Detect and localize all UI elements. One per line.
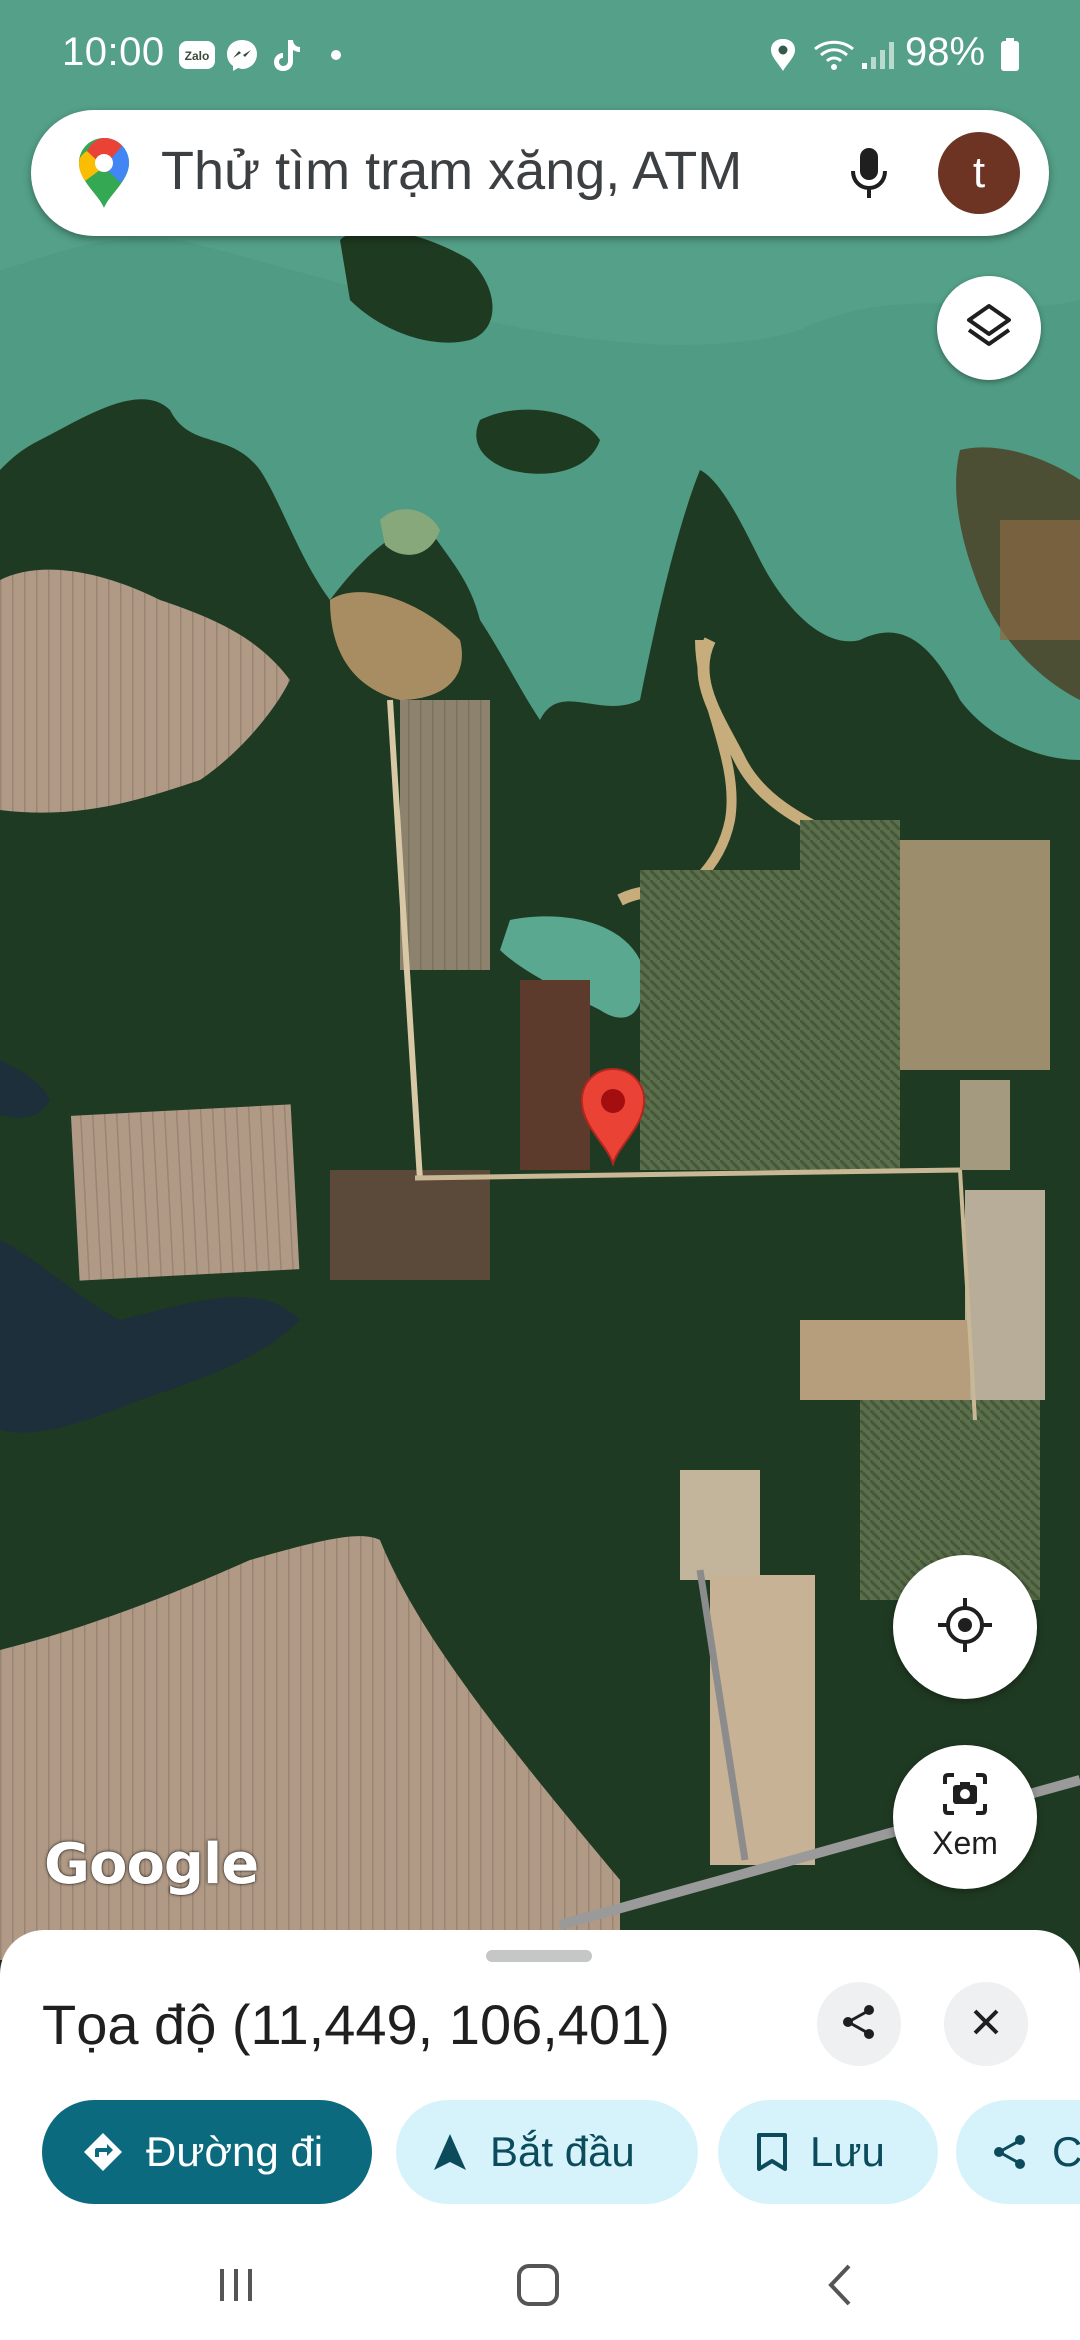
layers-button[interactable] xyxy=(937,276,1041,380)
share-chip-button[interactable]: C xyxy=(956,2100,1080,2204)
share-button[interactable] xyxy=(817,1982,901,2066)
share-chip-label: C xyxy=(1052,2128,1080,2175)
navigation-arrow-icon xyxy=(432,2132,468,2172)
wifi-icon xyxy=(812,38,856,72)
tiktok-icon xyxy=(270,38,304,72)
back-icon xyxy=(825,2263,855,2312)
search-input[interactable]: Thử tìm trạm xăng, ATM xyxy=(161,140,742,202)
avatar-initial: t xyxy=(972,148,986,197)
share-icon xyxy=(839,2002,879,2047)
save-label: Lưu xyxy=(810,2128,885,2175)
battery-icon xyxy=(1000,38,1020,72)
zalo-icon: Zalo xyxy=(178,38,216,72)
directions-button[interactable]: Đường đi xyxy=(42,2100,372,2204)
location-pin-icon[interactable] xyxy=(578,1066,648,1168)
start-button[interactable]: Bắt đầu xyxy=(396,2100,698,2204)
signal-icon xyxy=(860,38,896,72)
status-time: 10:00 xyxy=(62,30,165,74)
mic-icon[interactable] xyxy=(831,135,907,211)
close-button[interactable] xyxy=(944,1982,1028,2066)
recent-apps-button[interactable] xyxy=(196,2252,276,2322)
share-icon xyxy=(990,2132,1030,2172)
google-attribution: Google xyxy=(44,1832,259,1897)
crosshair-icon xyxy=(935,1595,995,1660)
layers-icon xyxy=(965,302,1013,355)
directions-icon xyxy=(82,2131,124,2173)
close-icon xyxy=(971,2007,1001,2042)
save-button[interactable]: Lưu xyxy=(718,2100,938,2204)
coordinates-title: Tọa độ (11,449, 106,401) xyxy=(42,1993,670,2056)
start-label: Bắt đầu xyxy=(490,2128,635,2175)
status-bar: 10:00 Zalo 98% xyxy=(0,0,1080,110)
back-button[interactable] xyxy=(800,2252,880,2322)
directions-label: Đường đi xyxy=(146,2128,324,2175)
drag-handle[interactable] xyxy=(486,1950,592,1962)
home-icon xyxy=(516,2263,560,2312)
battery-percent: 98% xyxy=(905,30,986,74)
avatar[interactable]: t xyxy=(938,132,1020,214)
dot-icon xyxy=(330,38,342,72)
bookmark-icon xyxy=(756,2132,788,2172)
search-bar[interactable]: Thử tìm trạm xăng, ATM t xyxy=(31,110,1049,236)
zalo-label: Zalo xyxy=(185,49,210,63)
my-location-button[interactable] xyxy=(893,1555,1037,1699)
location-status-icon xyxy=(768,38,798,72)
messenger-icon xyxy=(224,38,260,72)
lens-button[interactable]: Xem xyxy=(893,1745,1037,1889)
system-nav-bar xyxy=(0,2230,1080,2340)
camera-lens-icon xyxy=(941,1772,989,1821)
google-maps-logo-icon xyxy=(77,137,131,209)
home-button[interactable] xyxy=(498,2252,578,2322)
action-chips: Đường đi Bắt đầu Lưu C xyxy=(42,2100,1080,2204)
recent-apps-icon xyxy=(216,2265,256,2310)
lens-label: Xem xyxy=(932,1825,998,1861)
